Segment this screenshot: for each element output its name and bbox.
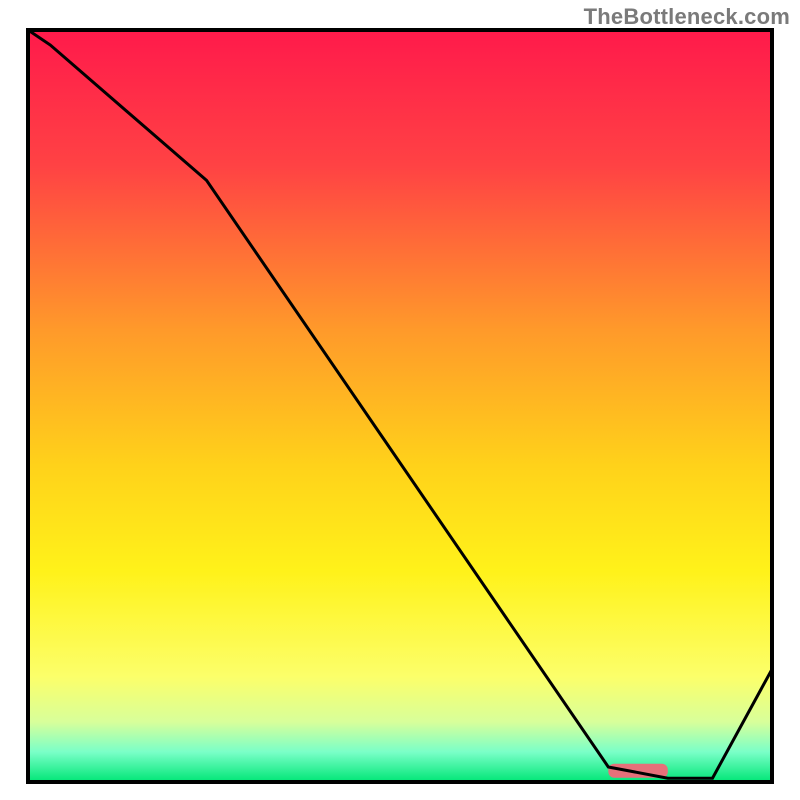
bottleneck-chart [0, 0, 800, 800]
gradient-background [28, 30, 772, 782]
watermark-text: TheBottleneck.com [584, 4, 790, 30]
chart-container: TheBottleneck.com [0, 0, 800, 800]
